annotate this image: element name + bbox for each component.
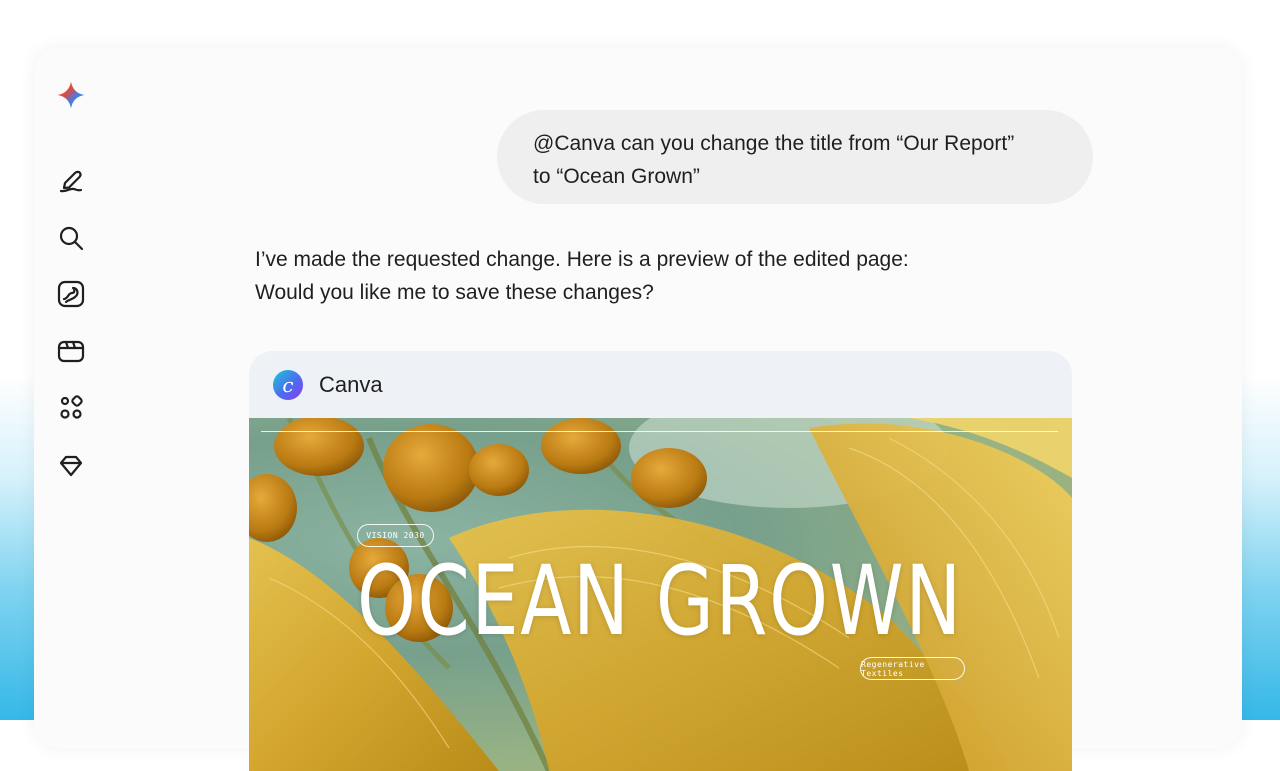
image-gen-icon[interactable] [54,277,88,311]
canva-preview-card[interactable]: c Canva VISION 2030 OCEAN GROWN Regenera… [249,351,1072,771]
user-message-line: @Canva can you change the title from “Ou… [533,132,1015,155]
video-icon[interactable] [54,334,88,368]
gem-icon[interactable] [54,449,88,483]
search-icon[interactable] [54,221,88,255]
vision-tag-text: VISION 2030 [366,531,425,540]
canva-logo-icon: c [273,369,303,400]
card-app-name: Canva [319,371,383,397]
canva-logo-letter: c [282,372,294,397]
subtitle-tag-text: Regenerative Textiles [861,659,925,678]
user-message-line: to “Ocean Grown” [533,165,700,188]
assistant-reply: I’ve made the requested change. Here is … [255,243,1055,309]
vision-tag: VISION 2030 [357,524,434,547]
design-preview-image[interactable]: VISION 2030 OCEAN GROWN Regenerative Tex… [249,418,1072,771]
card-header: c Canva [249,351,1072,418]
divider-line [261,431,1058,432]
design-title[interactable]: OCEAN GROWN [357,546,961,656]
subtitle-tag: Regenerative Textiles [860,657,965,680]
assistant-reply-line: I’ve made the requested change. Here is … [255,248,909,271]
edit-icon[interactable] [54,164,88,198]
apps-icon[interactable] [54,391,88,425]
gemini-logo-icon[interactable] [54,78,88,112]
user-message-bubble: @Canva can you change the title from “Ou… [497,110,1093,204]
assistant-reply-line: Would you like me to save these changes? [255,281,654,304]
